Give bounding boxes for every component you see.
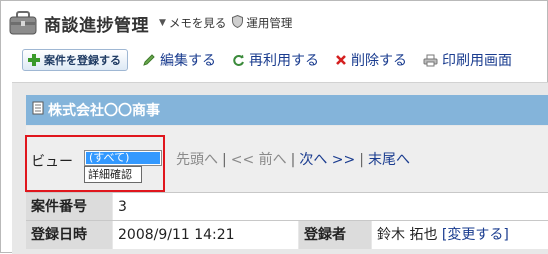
app-header: 商談進捗管理 ▼ メモを見る 運用管理 xyxy=(8,6,292,40)
record-title-bar: 株式会社〇〇商事 xyxy=(26,95,548,125)
pager-separator: | xyxy=(359,152,364,168)
triangle-down-icon: ▼ xyxy=(159,18,166,28)
registrant-value: 鈴木 拓也 xyxy=(377,227,438,243)
case-number-value: 3 xyxy=(113,193,548,221)
pager-separator: | xyxy=(222,152,227,168)
close-icon xyxy=(335,54,347,66)
toolbar: 案件を登録する 編集する 再利用する 削除する 印刷用画面 xyxy=(22,47,548,73)
edit-label: 編集する xyxy=(160,53,216,69)
admin-link[interactable]: 運用管理 xyxy=(232,14,293,31)
pager: 先頭へ | << 前へ | 次へ >> | 末尾へ xyxy=(176,149,410,169)
shield-icon xyxy=(232,14,244,31)
pager-next-link[interactable]: 次へ >> xyxy=(299,152,355,168)
registered-date-value: 2008/9/11 14:21 xyxy=(113,221,298,249)
view-select[interactable]: (すべて) xyxy=(84,150,162,166)
refresh-icon xyxy=(232,54,245,67)
pager-prev: << 前へ xyxy=(230,152,287,168)
printer-icon xyxy=(423,54,438,67)
reuse-label: 再利用する xyxy=(249,53,319,69)
print-button[interactable]: 印刷用画面 xyxy=(423,50,512,70)
view-option-selected[interactable]: (すべて) xyxy=(86,152,160,164)
plus-icon xyxy=(27,53,41,67)
edit-button[interactable]: 編集する xyxy=(142,50,216,70)
document-icon xyxy=(32,101,44,119)
memo-link-label: メモを見る xyxy=(168,16,227,30)
change-link[interactable]: [変更する] xyxy=(442,227,509,243)
registrant-label: 登録者 xyxy=(299,221,371,249)
memo-link[interactable]: ▼ メモを見る xyxy=(159,15,226,31)
delete-button[interactable]: 削除する xyxy=(335,50,407,70)
pager-first: 先頭へ xyxy=(176,152,218,168)
pencil-icon xyxy=(142,53,156,67)
admin-link-label: 運用管理 xyxy=(246,16,293,30)
table-row: 登録日時 2008/9/11 14:21 登録者 鈴木 拓也 [変更する] xyxy=(26,220,548,249)
view-option-detail[interactable]: 詳細確認 xyxy=(84,166,142,183)
record-title: 株式会社〇〇商事 xyxy=(48,103,160,119)
reuse-button[interactable]: 再利用する xyxy=(232,50,319,70)
case-number-label: 案件番号 xyxy=(26,193,112,221)
view-label: ビュー xyxy=(31,154,73,170)
table-row: 案件番号 3 xyxy=(26,192,548,221)
register-case-label: 案件を登録する xyxy=(44,54,121,67)
register-case-button[interactable]: 案件を登録する xyxy=(22,49,128,71)
delete-label: 削除する xyxy=(351,53,407,69)
registered-date-label: 登録日時 xyxy=(26,221,112,249)
print-label: 印刷用画面 xyxy=(442,53,512,69)
app-title: 商談進捗管理 xyxy=(44,15,149,36)
briefcase-icon xyxy=(8,9,38,37)
registrant-cell: 鈴木 拓也 [変更する] xyxy=(372,221,548,249)
pager-separator: | xyxy=(290,152,296,168)
pager-last-link[interactable]: 末尾へ xyxy=(368,152,410,168)
